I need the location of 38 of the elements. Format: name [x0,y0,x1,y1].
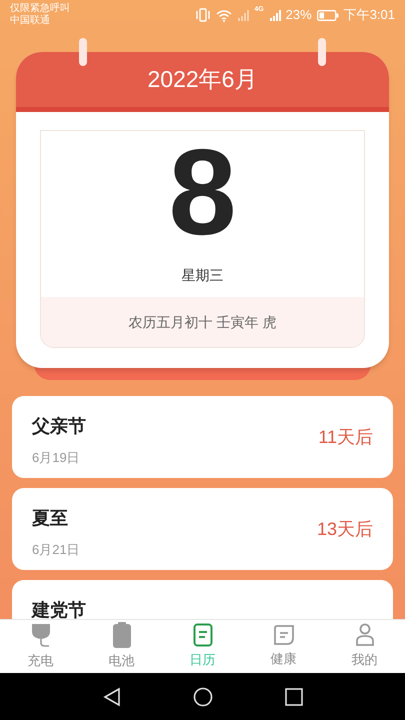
days-until: 13天后 [316,518,373,540]
note-icon [192,623,212,648]
tab-item[interactable]: 电池 [81,620,162,673]
lunar-date: 农历五月初十 壬寅年 虎 [128,312,276,332]
holiday-date: 6月21日 [32,541,80,559]
battery-icon [316,10,339,20]
ring-icon [78,38,88,66]
holiday-name: 父亲节 [32,415,86,438]
message-icon [272,624,294,646]
status-notice: 仅限紧急呼叫 [10,3,70,14]
plug-icon [30,622,52,648]
clock-time: 下午3:01 [344,6,395,24]
recents-icon[interactable] [284,688,302,706]
battery-icon [112,622,132,648]
holiday-name: 夏至 [32,507,69,530]
day-number: 8 [168,133,236,251]
tab-item[interactable]: 健康 [243,620,324,673]
holiday-card[interactable]: 建党节 [12,580,393,619]
person-icon [354,623,374,648]
home-icon[interactable] [192,686,212,706]
weekday: 星期三 [182,266,224,285]
holiday-card[interactable]: 父亲节 6月19日 11天后 [12,396,393,478]
signal-icon [237,8,250,22]
tab-item[interactable]: 日历 [162,620,243,673]
carrier-name: 中国联通 [10,15,51,27]
tab-item[interactable]: 我的 [324,620,405,673]
days-until: 11天后 [318,426,373,448]
holiday-date: 6月19日 [32,449,81,467]
ring-icon [317,38,327,66]
wifi-icon [216,8,232,22]
vibrate-icon [195,8,212,22]
battery-percent: 23% [286,6,312,24]
signal-icon [268,8,281,22]
holiday-name: 建党节 [32,599,86,619]
tab-item[interactable]: 充电 [0,620,81,673]
holiday-card[interactable]: 夏至 6月21日 13天后 [12,488,393,570]
back-icon[interactable] [102,686,120,706]
month-title: 2022年6月 [148,65,258,94]
